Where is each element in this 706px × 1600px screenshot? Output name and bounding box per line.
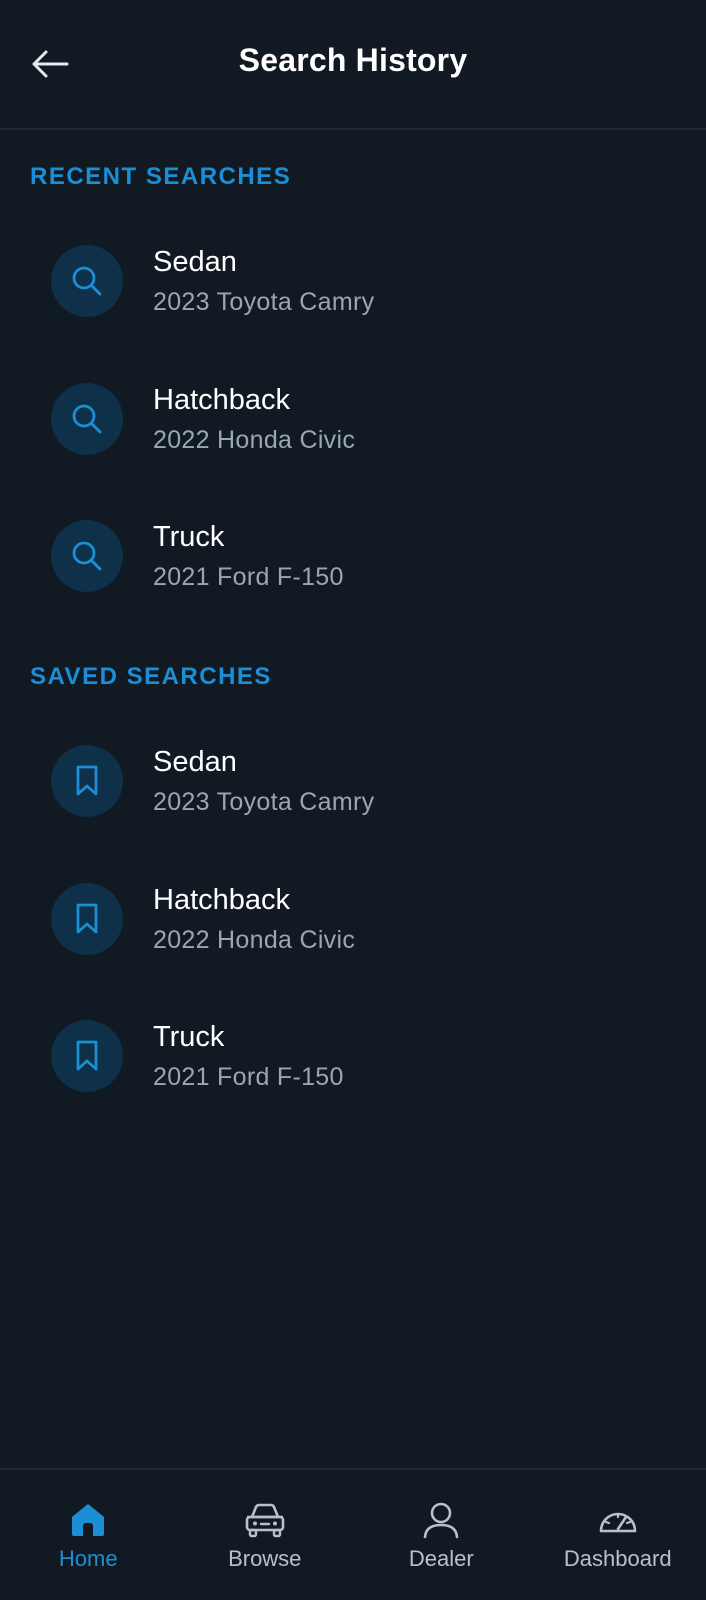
nav-label: Home: [58, 1546, 118, 1571]
recent-search-item[interactable]: Hatchback 2022 Honda Civic: [0, 360, 706, 478]
bookmark-icon: [51, 883, 123, 955]
search-item-subtitle: 2023 Toyota Camry: [153, 788, 375, 816]
recent-search-item[interactable]: Sedan 2023 Toyota Camry: [0, 222, 706, 340]
bookmark-icon: [51, 1020, 123, 1092]
search-item-title: Truck: [153, 521, 225, 553]
search-history-screen: Search History RECENT SEARCHES Sedan 202…: [0, 0, 706, 1600]
nav-label: Dealer: [408, 1546, 474, 1571]
search-icon: [51, 383, 123, 455]
search-item-subtitle: 2021 Ford F-150: [153, 563, 344, 591]
speedometer-icon: [597, 1500, 639, 1540]
nav-label: Dashboard: [563, 1546, 672, 1571]
home-icon: [69, 1500, 107, 1540]
nav-item-dashboard[interactable]: Dashboard: [530, 1470, 706, 1600]
search-item-subtitle: 2021 Ford F-150: [153, 1063, 344, 1091]
search-item-title: Hatchback: [153, 384, 291, 416]
page-title: Search History: [238, 42, 468, 78]
search-icon: [51, 245, 123, 317]
search-item-subtitle: 2023 Toyota Camry: [153, 288, 375, 316]
search-item-title: Hatchback: [153, 884, 291, 916]
car-icon: [244, 1500, 286, 1540]
nav-item-dealer[interactable]: Dealer: [353, 1470, 530, 1600]
bookmark-icon: [51, 745, 123, 817]
saved-searches-heading: SAVED SEARCHES: [30, 663, 272, 690]
nav-label: Browse: [228, 1546, 302, 1571]
saved-search-item[interactable]: Hatchback 2022 Honda Civic: [0, 860, 706, 978]
app-header: Search History: [0, 0, 706, 130]
search-icon: [51, 520, 123, 592]
search-item-title: Sedan: [153, 246, 237, 278]
person-icon: [422, 1500, 460, 1540]
nav-item-home[interactable]: Home: [0, 1470, 177, 1600]
search-item-title: Sedan: [153, 746, 237, 778]
recent-searches-heading: RECENT SEARCHES: [30, 163, 292, 190]
recent-search-item[interactable]: Truck 2021 Ford F-150: [0, 497, 706, 615]
search-item-subtitle: 2022 Honda Civic: [153, 426, 356, 454]
search-item-title: Truck: [153, 1021, 225, 1053]
bottom-navigation: Home Browse Dealer Dashboard: [0, 1468, 706, 1600]
saved-search-item[interactable]: Truck 2021 Ford F-150: [0, 997, 706, 1115]
nav-item-browse[interactable]: Browse: [177, 1470, 354, 1600]
search-item-subtitle: 2022 Honda Civic: [153, 926, 356, 954]
saved-search-item[interactable]: Sedan 2023 Toyota Camry: [0, 722, 706, 840]
